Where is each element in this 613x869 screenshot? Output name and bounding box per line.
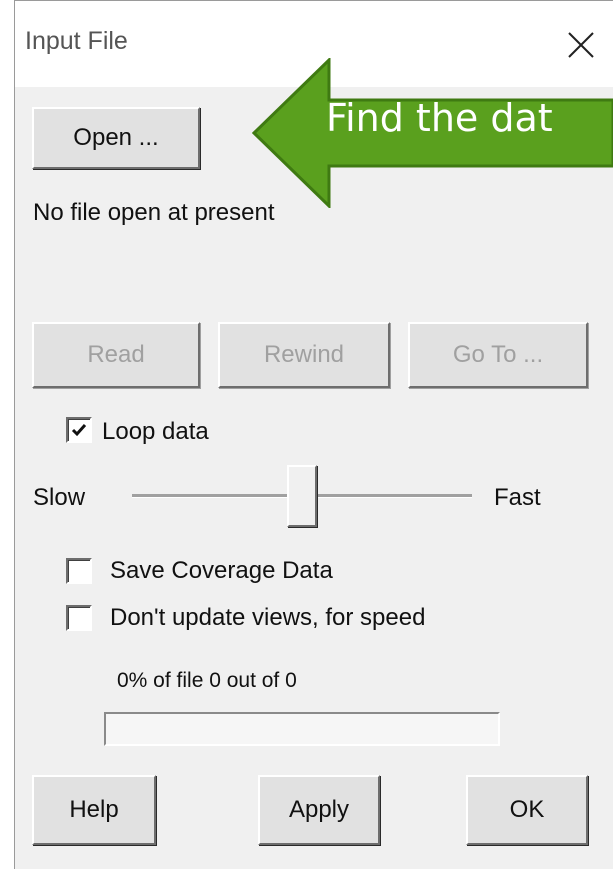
callout-text: Find the dat bbox=[326, 96, 553, 140]
dont-update-views-label: Don't update views, for speed bbox=[110, 604, 426, 631]
read-button[interactable]: Read bbox=[32, 322, 200, 388]
progress-text: 0% of file 0 out of 0 bbox=[117, 669, 297, 692]
slow-label: Slow bbox=[33, 484, 86, 511]
window-title: Input File bbox=[25, 27, 128, 55]
checkmark-icon bbox=[71, 424, 87, 437]
rewind-button[interactable]: Rewind bbox=[218, 322, 390, 388]
help-button[interactable]: Help bbox=[32, 775, 156, 845]
save-coverage-checkbox[interactable] bbox=[66, 558, 92, 584]
save-coverage-label: Save Coverage Data bbox=[110, 557, 333, 584]
open-button[interactable]: Open ... bbox=[32, 107, 200, 169]
loop-data-label: Loop data bbox=[102, 418, 209, 445]
ok-button[interactable]: OK bbox=[466, 775, 588, 845]
fast-label: Fast bbox=[494, 484, 541, 511]
goto-button[interactable]: Go To ... bbox=[408, 322, 588, 388]
loop-data-checkbox[interactable] bbox=[66, 417, 92, 443]
speed-slider-thumb[interactable] bbox=[287, 465, 317, 527]
progress-bar bbox=[104, 712, 500, 746]
dont-update-views-checkbox[interactable] bbox=[66, 605, 92, 631]
apply-button[interactable]: Apply bbox=[258, 775, 380, 845]
